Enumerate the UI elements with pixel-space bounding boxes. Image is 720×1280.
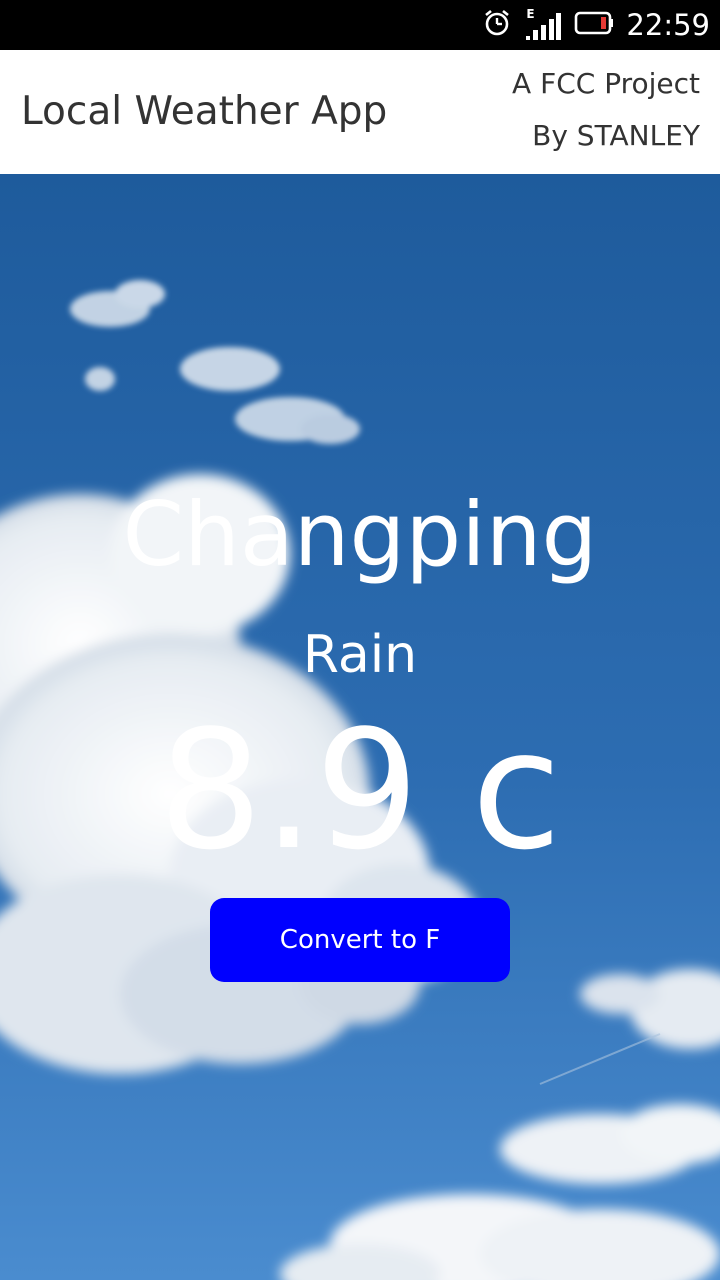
project-label: A FCC Project <box>512 67 700 100</box>
status-icons: E 22:59 <box>482 0 710 50</box>
weather-condition: Rain <box>302 625 418 685</box>
temperature-value: 8.9 c <box>158 695 562 886</box>
status-time: 22:59 <box>626 8 710 42</box>
author-label: By STANLEY <box>532 119 700 152</box>
city-name: Changping <box>122 483 598 586</box>
app-title: Local Weather App <box>21 89 388 134</box>
weather-screen: E 22:59 Local Weather App A FCC Project … <box>0 0 720 1280</box>
convert-to-f-button[interactable]: Convert to F <box>210 898 510 982</box>
alarm-icon <box>482 8 512 42</box>
signal-icon: E <box>524 8 562 42</box>
status-bar: E 22:59 <box>0 0 720 50</box>
battery-icon <box>574 10 614 40</box>
app-header: Local Weather App A FCC Project By STANL… <box>0 50 720 174</box>
